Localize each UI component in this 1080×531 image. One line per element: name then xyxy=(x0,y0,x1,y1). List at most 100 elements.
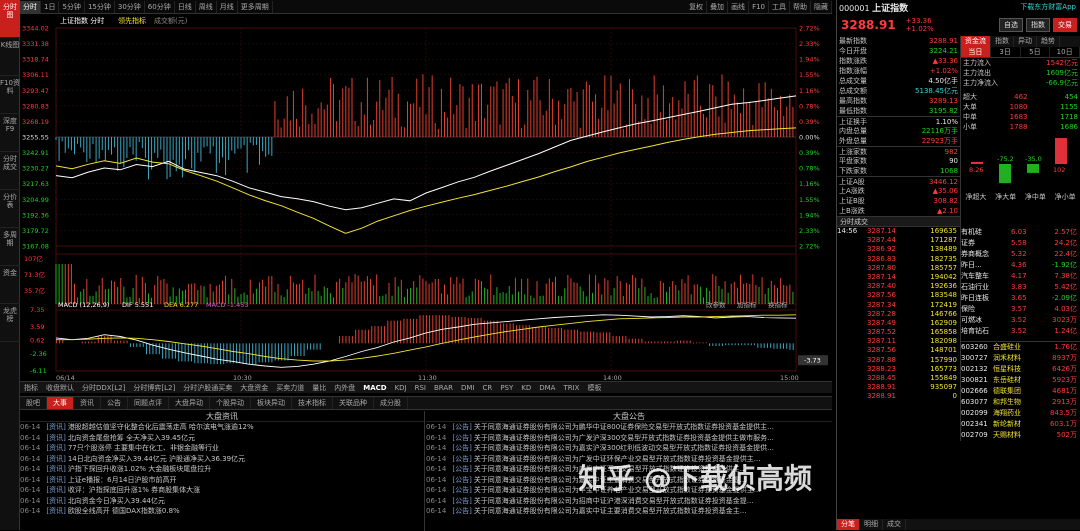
news-row[interactable]: 06-14 [资讯] 港股超越估值坚守化整合化后震荡走高 哈尔滨电气涨逾12% xyxy=(20,422,424,433)
news-tab-7[interactable]: 板块异动 xyxy=(251,397,292,409)
indicator-tab-0[interactable]: 指标 xyxy=(20,383,42,393)
indicator-tab-14[interactable]: CR xyxy=(479,384,497,392)
download-link[interactable]: 下载东方财富App xyxy=(1020,2,1080,12)
fund-tab-2[interactable]: 异动 xyxy=(1014,36,1037,47)
sector-row[interactable]: 培育钻石 3.52 1.24亿 xyxy=(961,326,1080,337)
fund-subtab-1[interactable]: 3日 xyxy=(991,47,1021,57)
news-row[interactable]: 06-14 [公告] 关于同意海通证券股份有限公司为嘉实沪深300红利低波动交易型开… xyxy=(426,443,832,454)
indicator-tab-1[interactable]: 收盘默认 xyxy=(42,383,78,393)
news-tab-2[interactable]: 资讯 xyxy=(74,397,101,409)
news-tab-9[interactable]: 关联品种 xyxy=(333,397,374,409)
indicator-tab-11[interactable]: RSI xyxy=(411,384,430,392)
sector-row[interactable]: 证券 5.58 24.2亿 xyxy=(961,238,1080,249)
indicator-tab-16[interactable]: KD xyxy=(517,384,535,392)
news-tab-3[interactable]: 公告 xyxy=(101,397,128,409)
nav-item-5[interactable]: 分价表 xyxy=(0,190,20,228)
news-row[interactable]: 06-14 [资讯] 北向资金今日净买入39.44亿元 xyxy=(20,496,424,507)
news-tab-6[interactable]: 个股异动 xyxy=(210,397,251,409)
fund-tab-3[interactable]: 趋势 xyxy=(1037,36,1060,47)
toolbar-tool-0[interactable]: 复权 xyxy=(686,0,708,13)
sector-row[interactable]: 有机硅 6.03 2.57亿 xyxy=(961,227,1080,238)
period-tab-4[interactable]: 30分钟 xyxy=(115,0,145,13)
indicator-tab-4[interactable]: 分时沪股通买卖 xyxy=(179,383,236,393)
period-tab-2[interactable]: 5分钟 xyxy=(59,0,85,13)
news-row[interactable]: 06-14 [资讯] 欧股全线高开 德国DAX指数涨0.8% xyxy=(20,506,424,517)
toolbar-tool-5[interactable]: 帮助 xyxy=(790,0,811,13)
indicator-tab-8[interactable]: 内外盘 xyxy=(330,383,359,393)
stock-row[interactable]: 002666 德联集团 4681万 xyxy=(961,386,1080,397)
indicator-tab-9[interactable]: MACD xyxy=(359,384,390,392)
stock-row[interactable]: 002099 海翔药业 843.5万 xyxy=(961,408,1080,419)
stock-row[interactable]: 300821 东岳硅材 5923万 xyxy=(961,375,1080,386)
indicator-tab-10[interactable]: KDJ xyxy=(391,384,411,392)
watchlist-button[interactable]: 自选 xyxy=(999,18,1023,32)
nav-item-1[interactable]: K线图 xyxy=(0,38,20,76)
stock-row[interactable]: 300727 润禾材料 8937万 xyxy=(961,353,1080,364)
news-row[interactable]: 06-14 [公告] 关于同意海通证券股份有限公司为嘉实中证主要消费交易型开放式指数… xyxy=(426,506,832,517)
news-headline[interactable]: 欧股全线高开 德国DAX指数涨0.8% xyxy=(68,507,180,515)
news-headline[interactable]: 关于同意海通证券股份有限公司为招商中证沪港深消费交易型开放式指数证券投资基金提.… xyxy=(474,497,754,505)
nav-item-8[interactable]: 龙虎榜 xyxy=(0,304,20,342)
news-headline[interactable]: 收评：沪指探底回升涨1% 券商股集体大涨 xyxy=(68,486,200,494)
period-tab-5[interactable]: 60分钟 xyxy=(145,0,175,13)
toolbar-tool-4[interactable]: 工具 xyxy=(769,0,790,13)
news-row[interactable]: 06-14 [公告] 关于同意海通证券股份有限公司为鹏华中证800证券保险交易型开放… xyxy=(426,422,832,433)
fund-subtab-3[interactable]: 10日 xyxy=(1050,47,1080,57)
fund-tab-1[interactable]: 指数 xyxy=(991,36,1014,47)
news-row[interactable]: 06-14 [资讯] 沪指下探回升收涨1.02% 大金融板块尾盘拉升 xyxy=(20,464,424,475)
news-headline[interactable]: 关于同意海通证券股份有限公司为嘉实中证主要消费交易型开放式指数证券投资基金主..… xyxy=(474,507,747,515)
period-tab-6[interactable]: 日线 xyxy=(175,0,196,13)
news-headline[interactable]: 港股超越估值坚守化整合化后震荡走高 哈尔滨电气涨逾12% xyxy=(68,423,254,431)
fund-subtab-2[interactable]: 5日 xyxy=(1021,47,1051,57)
indicator-tab-15[interactable]: PSY xyxy=(496,384,517,392)
news-row[interactable]: 06-14 [资讯] 收评：沪指探底回升涨1% 券商股集体大涨 xyxy=(20,485,424,496)
sector-row[interactable]: 汽车整车 4.17 7.38亿 xyxy=(961,271,1080,282)
toolbar-tool-3[interactable]: F10 xyxy=(749,0,769,13)
period-tab-1[interactable]: 1日 xyxy=(41,0,60,13)
nav-item-6[interactable]: 多周期 xyxy=(0,228,20,266)
indicator-tab-17[interactable]: DMA xyxy=(535,384,559,392)
indicator-tab-6[interactable]: 买卖力道 xyxy=(272,383,308,393)
news-row[interactable]: 06-14 [资讯] 77只个股涨停 主要集中在化工、非银金融等行业 xyxy=(20,443,424,454)
sector-row[interactable]: 券商概念 5.32 22.4亿 xyxy=(961,249,1080,260)
news-tab-0[interactable]: 股吧 xyxy=(20,397,47,409)
nav-item-4[interactable]: 分时成交 xyxy=(0,152,20,190)
stock-row[interactable]: 002132 恒星科技 6426万 xyxy=(961,364,1080,375)
sector-row[interactable]: 保险 3.57 4.03亿 xyxy=(961,304,1080,315)
bottom-tab-0[interactable]: 分笔 xyxy=(837,519,860,530)
news-tab-5[interactable]: 大盘异动 xyxy=(169,397,210,409)
indicator-tab-12[interactable]: BRAR xyxy=(430,384,457,392)
period-tab-3[interactable]: 15分钟 xyxy=(85,0,115,13)
sector-row[interactable]: 可燃冰 3.52 3023万 xyxy=(961,315,1080,326)
period-tab-0[interactable]: 分时 xyxy=(20,0,41,13)
stock-row[interactable]: 603260 合盛硅业 1.76亿 xyxy=(961,342,1080,353)
news-tab-8[interactable]: 技术指标 xyxy=(292,397,333,409)
news-headline[interactable]: 关于同意海通证券股份有限公司为广发沪深300交易型开放式指数证券投资基金提供主做… xyxy=(474,434,774,442)
bottom-tab-1[interactable]: 明细 xyxy=(860,519,883,530)
indicator-tab-13[interactable]: DMI xyxy=(457,384,479,392)
indicator-tab-3[interactable]: 分时博弈[L2] xyxy=(129,383,179,393)
nav-item-3[interactable]: 深度F9 xyxy=(0,114,20,152)
indicator-tab-19[interactable]: 模板 xyxy=(583,383,605,393)
bottom-tab-2[interactable]: 成交 xyxy=(883,519,906,530)
period-tab-9[interactable]: 更多周期 xyxy=(238,0,273,13)
indicator-tab-5[interactable]: 大盘资金 xyxy=(236,383,272,393)
news-row[interactable]: 06-14 [公告] 关于同意海通证券股份有限公司为广发沪深300交易型开放式指数证… xyxy=(426,433,832,444)
stock-row[interactable]: 603077 和邦生物 2913万 xyxy=(961,397,1080,408)
news-headline[interactable]: 上证e播报：6月14日沪股市前高开 xyxy=(68,476,177,484)
news-row[interactable]: 06-14 [资讯] 上证e播报：6月14日沪股市前高开 xyxy=(20,475,424,486)
news-row[interactable]: 06-14 [资讯] 北向资金尾盘抢筹 全天净买入39.45亿元 xyxy=(20,433,424,444)
toolbar-tool-2[interactable]: 画线 xyxy=(728,0,750,13)
news-row[interactable]: 06-14 [资讯] 14日北向资金净买入39.44亿元 沪股通净买入36.39亿元 xyxy=(20,454,424,465)
news-headline[interactable]: 关于同意海通证券股份有限公司为嘉实沪深300红利低波动交易型开放式指数证券投资基… xyxy=(474,444,774,452)
news-headline[interactable]: 关于同意海通证券股份有限公司为鹏华中证800证券保险交易型开放式指数证券投资基金… xyxy=(474,423,774,431)
sector-row[interactable]: 昨日连板 3.65 -2.09亿 xyxy=(961,293,1080,304)
news-tab-1[interactable]: 大事 xyxy=(47,397,74,409)
news-headline[interactable]: 沪指下探回升收涨1.02% 大金融板块尾盘拉升 xyxy=(68,465,211,473)
nav-item-7[interactable]: 资金 xyxy=(0,266,20,304)
news-row[interactable]: 06-14 [公告] 关于同意海通证券股份有限公司为招商中证沪港深消费交易型开放式指… xyxy=(426,496,832,507)
stock-row[interactable]: 002341 新纶新材 603.1万 xyxy=(961,419,1080,430)
news-headline[interactable]: 14日北向资金净买入39.44亿元 沪股通净买入36.39亿元 xyxy=(68,455,245,463)
nav-item-0[interactable]: 分时图 xyxy=(0,0,20,38)
news-headline[interactable]: 77只个股涨停 主要集中在化工、非银金融等行业 xyxy=(68,444,219,452)
